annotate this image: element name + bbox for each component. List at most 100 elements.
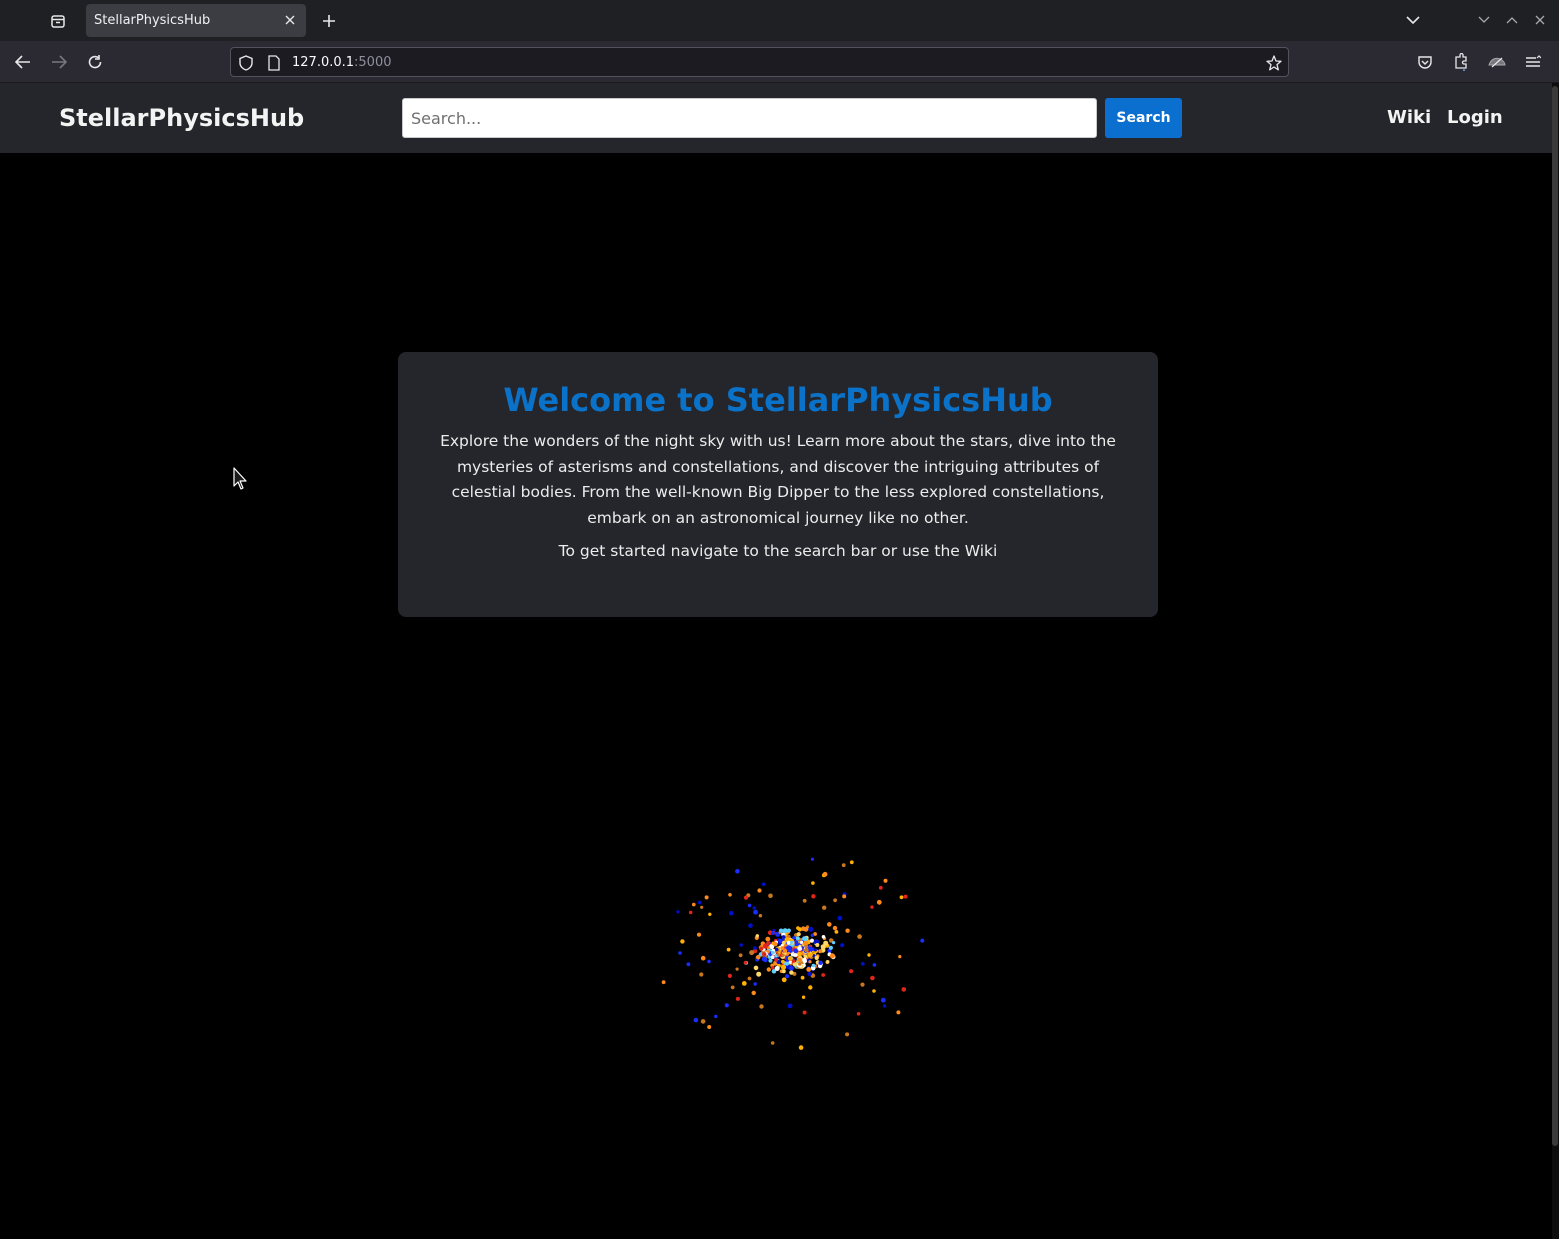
- star-dot: [787, 1003, 793, 1009]
- close-icon[interactable]: [282, 12, 298, 28]
- welcome-hint: To get started navigate to the search ba…: [558, 542, 998, 560]
- star-dot: [757, 888, 762, 893]
- star-dot: [821, 973, 826, 977]
- brand-logo[interactable]: StellarPhysicsHub: [59, 104, 304, 132]
- star-dot: [680, 939, 685, 944]
- star-dot: [870, 975, 875, 981]
- star-dot: [813, 948, 817, 952]
- extensions-icon[interactable]: [1450, 51, 1472, 73]
- star-dot: [796, 932, 801, 937]
- back-icon[interactable]: [10, 49, 36, 75]
- star-dot: [845, 1032, 850, 1037]
- star-dot: [849, 969, 854, 974]
- star-dot: [797, 946, 802, 951]
- maximize-icon[interactable]: [1502, 10, 1522, 30]
- star-dot: [739, 943, 743, 947]
- star-dot: [743, 960, 748, 965]
- star-dot: [771, 966, 775, 970]
- account-icon[interactable]: [1486, 51, 1508, 73]
- star-dot: [753, 946, 757, 950]
- browser-tab[interactable]: StellarPhysicsHub: [86, 4, 306, 37]
- mouse-cursor-icon: [233, 467, 247, 490]
- star-dot: [790, 940, 794, 944]
- star-dot: [822, 871, 828, 877]
- star-dot: [870, 905, 874, 909]
- star-dot: [748, 923, 753, 928]
- star-dot: [700, 955, 706, 961]
- star-dot: [807, 971, 812, 977]
- star-dot: [811, 894, 816, 899]
- url-text[interactable]: 127.0.0.1:5000: [292, 55, 392, 70]
- browser-nav-bar: 127.0.0.1:5000: [0, 41, 1559, 83]
- star-dot: [789, 970, 794, 975]
- nav-link-login[interactable]: Login: [1447, 107, 1503, 128]
- star-dot: [661, 980, 666, 985]
- star-dot: [774, 966, 780, 971]
- star-dot: [785, 974, 790, 979]
- chevron-down-icon[interactable]: [1403, 10, 1423, 30]
- star-dot: [876, 899, 882, 905]
- forward-icon[interactable]: [46, 49, 72, 75]
- star-dot: [747, 903, 752, 908]
- star-dot: [753, 982, 757, 986]
- star-dot: [735, 967, 739, 971]
- star-dot: [771, 931, 775, 935]
- star-dot: [792, 953, 797, 957]
- star-dot: [768, 893, 773, 899]
- star-dot: [753, 965, 759, 971]
- star-dot: [832, 925, 838, 931]
- menu-icon[interactable]: [1522, 51, 1544, 73]
- star-dot: [780, 964, 787, 970]
- star-dot: [800, 975, 805, 980]
- star-dot: [796, 926, 800, 930]
- star-dot: [882, 1004, 887, 1008]
- star-dot: [688, 910, 693, 915]
- star-dot: [729, 910, 734, 916]
- star-dot: [774, 958, 779, 962]
- tab-list-icon[interactable]: [44, 8, 72, 34]
- star-dot: [724, 1003, 729, 1008]
- star-dot: [708, 912, 712, 916]
- star-dot: [818, 960, 823, 965]
- star-dot: [806, 967, 812, 972]
- shield-icon[interactable]: [237, 54, 255, 72]
- reload-icon[interactable]: [82, 49, 108, 75]
- star-icon[interactable]: [1265, 54, 1283, 72]
- star-dot: [743, 895, 749, 900]
- star-dot: [707, 1025, 712, 1029]
- nav-link-wiki[interactable]: Wiki: [1387, 107, 1431, 128]
- pocket-icon[interactable]: [1414, 51, 1436, 73]
- star-dot: [901, 987, 907, 992]
- star-dot: [827, 922, 832, 927]
- star-dot: [776, 953, 780, 957]
- scrollbar-thumb[interactable]: [1552, 86, 1558, 1146]
- plus-icon[interactable]: [316, 8, 342, 34]
- url-host: 127.0.0.1: [292, 55, 355, 70]
- star-dot: [845, 928, 850, 933]
- close-window-icon[interactable]: [1530, 10, 1550, 30]
- star-dot: [755, 934, 759, 938]
- star-dot: [758, 914, 763, 918]
- star-dot: [801, 995, 806, 999]
- star-dot: [795, 936, 800, 941]
- star-dot: [867, 953, 871, 957]
- star-dot: [802, 958, 807, 964]
- star-dot: [728, 893, 732, 897]
- star-dot: [759, 946, 764, 951]
- star-dot: [823, 940, 829, 946]
- star-dot: [802, 898, 807, 903]
- star-dot: [749, 950, 755, 956]
- star-dot: [872, 989, 876, 993]
- site-header: StellarPhysicsHub Search Wiki Login: [0, 83, 1552, 153]
- search-input[interactable]: [402, 98, 1097, 138]
- star-dot: [880, 997, 886, 1003]
- url-bar[interactable]: 127.0.0.1:5000: [230, 47, 1289, 77]
- minimize-icon[interactable]: [1474, 10, 1494, 30]
- star-dot: [782, 928, 788, 934]
- star-dot: [765, 936, 771, 942]
- star-dot: [860, 982, 865, 987]
- star-dot: [700, 1019, 706, 1024]
- page-icon[interactable]: [265, 54, 283, 72]
- star-dot: [726, 947, 731, 952]
- search-button[interactable]: Search: [1105, 98, 1182, 138]
